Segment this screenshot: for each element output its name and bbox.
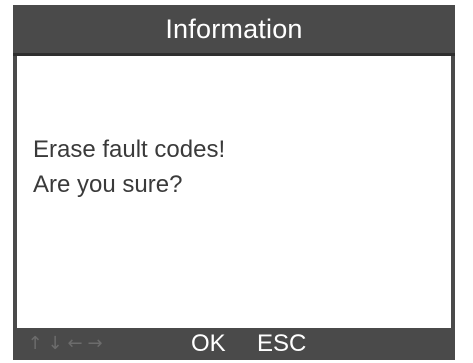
esc-button[interactable]: ESC bbox=[257, 328, 306, 360]
device-screen: Information Erase fault codes! Are you s… bbox=[13, 5, 455, 360]
title-bar: Information bbox=[13, 5, 455, 53]
arrow-right-icon: → bbox=[87, 333, 103, 354]
title-divider bbox=[13, 53, 455, 56]
navigation-arrows: ↑ ↓ ← → bbox=[27, 331, 103, 357]
confirmation-message: Erase fault codes! Are you sure? bbox=[33, 132, 225, 202]
arrow-up-icon: ↑ bbox=[27, 333, 43, 354]
arrow-left-icon: ← bbox=[67, 333, 83, 354]
softkey-bar: ↑ ↓ ← → OK ESC bbox=[13, 328, 455, 360]
ok-button[interactable]: OK bbox=[191, 328, 226, 360]
arrow-down-icon: ↓ bbox=[47, 333, 63, 354]
message-line-2: Are you sure? bbox=[33, 171, 183, 198]
message-line-1: Erase fault codes! bbox=[33, 136, 226, 163]
dialog-title: Information bbox=[165, 13, 303, 44]
